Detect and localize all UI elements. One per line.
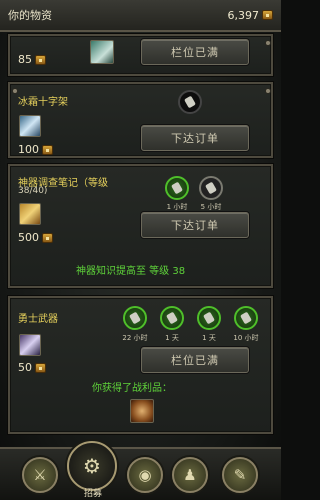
followers-icon: ♟	[183, 466, 197, 484]
cost-label: 500	[18, 231, 53, 244]
header-title: 你的物资	[8, 9, 52, 22]
gold-counter: 6,397	[227, 8, 273, 22]
champion-weapon-icon	[19, 334, 41, 356]
timer-icon	[197, 306, 221, 330]
mission-name: 冰霜十字架	[18, 97, 68, 108]
artifact-knowledge-note: 神器知识提高至 等级 38	[76, 262, 185, 277]
treasure-chest-icon	[35, 54, 46, 65]
rivet-decoration	[12, 88, 18, 94]
treasure-chest-icon	[262, 10, 273, 20]
timer-icon	[234, 306, 258, 330]
mission-card-3: 神器调查笔记（等级 38/40) 1 小时 5 小时 500 下达订单 神器知识…	[8, 164, 273, 288]
timer-icon	[165, 176, 189, 200]
rivet-decoration	[265, 88, 271, 94]
nav-resources-button[interactable]: ✎	[222, 457, 258, 493]
cost-value: 50	[18, 361, 32, 374]
rivet-decoration	[265, 40, 271, 46]
recruit-icon: ⚙	[83, 454, 101, 478]
recruit-label: 招募	[84, 489, 103, 499]
frost-cross-icon	[19, 115, 41, 137]
timer-label: 1 天	[165, 334, 179, 342]
loot-received-text: 你获得了战利品：	[92, 383, 172, 394]
nav-map-button[interactable]: ◉	[127, 457, 163, 493]
slot-full-button[interactable]: 栏位已满	[141, 347, 249, 373]
slot-full-button[interactable]: 栏位已满	[141, 39, 249, 65]
timer-label: 22 小时	[122, 334, 148, 342]
timer-label: 10 小时	[233, 334, 259, 342]
cost-label: 50	[18, 361, 46, 374]
timer-label: 1 小时	[166, 203, 188, 211]
timer-icon	[123, 306, 147, 330]
mission-name: 勇士武器	[18, 314, 58, 325]
place-order-button[interactable]: 下达订单	[141, 212, 249, 238]
cost-label: 100	[18, 143, 53, 156]
timer-icon	[160, 306, 184, 330]
globe-icon: ◉	[138, 466, 152, 484]
screen: 你的物资 6,397 85 栏位已满 冰霜十字架 100 下达订单 神器调查笔记…	[0, 0, 281, 500]
crossed-swords-icon: ⚔	[33, 466, 47, 484]
empty-slot-icon	[178, 90, 202, 114]
timer-icon	[199, 176, 223, 200]
research-notes-icon	[19, 203, 41, 225]
place-order-button[interactable]: 下达订单	[141, 125, 249, 151]
loot-item-icon[interactable]	[130, 399, 154, 423]
treasure-chest-icon	[42, 144, 53, 155]
item-artwork-icon	[90, 40, 114, 64]
treasure-chest-icon	[42, 232, 53, 243]
timer-label: 5 小时	[200, 203, 222, 211]
nav-recruit-button[interactable]: ⚙	[67, 441, 117, 491]
timer-label: 1 天	[202, 334, 216, 342]
cost-value: 100	[18, 143, 39, 156]
scroll-icon: ✎	[233, 466, 247, 484]
nav-missions-button[interactable]: ⚔	[22, 457, 58, 493]
progress-text: 38/40)	[18, 186, 48, 196]
nav-followers-button[interactable]: ♟	[172, 457, 208, 493]
treasure-chest-icon	[35, 362, 46, 373]
cost-value: 85	[18, 53, 32, 66]
mission-card-4: 勇士武器 22 小时 1 天 1 天 10 小时 50 栏位已满 你获得了战利品…	[8, 296, 273, 434]
cost-value: 500	[18, 231, 39, 244]
mission-card-2: 冰霜十字架 100 下达订单	[8, 82, 273, 158]
cost-label: 85	[18, 53, 46, 66]
gold-amount: 6,397	[227, 8, 260, 22]
mission-card-1: 85 栏位已满	[8, 34, 273, 76]
note-text: 神器知识提高至 等级 38	[76, 266, 186, 277]
resources-header: 你的物资 6,397	[0, 0, 281, 32]
